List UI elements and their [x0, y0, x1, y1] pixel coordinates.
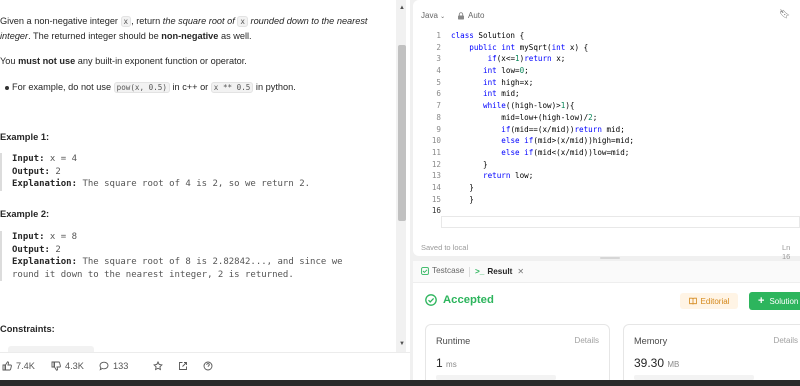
- runtime-title: Runtime: [436, 336, 471, 346]
- memory-value: 39.30 MB: [634, 356, 680, 370]
- share-icon: [179, 362, 187, 370]
- accepted-status: Accepted: [425, 294, 494, 306]
- like-count: 7.4K: [16, 361, 35, 371]
- runtime-details-link[interactable]: Details: [575, 336, 599, 345]
- feedback-button[interactable]: [203, 361, 213, 371]
- bookmark-icon[interactable]: 🔖︎: [779, 9, 790, 20]
- scroll-up-arrow-icon[interactable]: ▲: [398, 4, 406, 12]
- example-2-title: Example 2:: [0, 209, 50, 219]
- runtime-card[interactable]: Runtime Details 1 ms: [425, 324, 610, 386]
- problem-rule: You must not use any built-in exponent f…: [0, 56, 247, 66]
- memory-title: Memory: [634, 336, 668, 346]
- share-button[interactable]: [178, 361, 188, 371]
- example-1-block: Input: x = 4 Output: 2 Explanation: The …: [0, 153, 392, 191]
- dislike-count: 4.3K: [65, 361, 84, 371]
- comments-button[interactable]: 133: [99, 361, 128, 371]
- dislike-button[interactable]: 4.3K: [51, 361, 84, 371]
- line-number-gutter: 1 2 3 4 5 6 7 8 9 10 11 12 13 14 15 16: [431, 31, 441, 216]
- tab-result[interactable]: >_ Result ✕: [475, 266, 524, 277]
- bottom-edge: [0, 380, 800, 386]
- terminal-icon: >_: [475, 266, 485, 276]
- comment-count: 133: [113, 361, 129, 371]
- scroll-down-arrow-icon[interactable]: ▼: [398, 340, 406, 348]
- editorial-button[interactable]: Editorial: [680, 293, 738, 309]
- example-2-block: Input: x = 8 Output: 2 Explanation: The …: [0, 231, 392, 281]
- scrollbar-thumb[interactable]: [398, 45, 406, 221]
- book-icon: [688, 297, 697, 305]
- like-button[interactable]: 7.4K: [2, 361, 35, 371]
- tab-testcase[interactable]: Testcase: [421, 266, 464, 275]
- result-tabs: Testcase >_ Result ✕: [413, 261, 800, 283]
- thumbs-up-icon: [2, 361, 12, 371]
- auto-mode-toggle[interactable]: Auto: [457, 11, 484, 20]
- bullet-dot: [5, 86, 9, 90]
- plus-icon: +: [758, 295, 765, 307]
- problem-statement: Given a non-negative integer x, return t…: [0, 16, 368, 41]
- code-text-area[interactable]: class Solution { public int mySqrt(int x…: [451, 30, 634, 217]
- question-circle-icon: [203, 361, 213, 371]
- cursor-position: Ln 16: [782, 243, 791, 261]
- chevron-down-icon: ⌄: [440, 14, 446, 20]
- language-selector[interactable]: Java ⌄: [421, 11, 445, 20]
- memory-details-link[interactable]: Details: [774, 336, 798, 345]
- tab-separator: [469, 267, 470, 277]
- editor-toolbar: Java ⌄ Auto 🔖︎: [413, 0, 800, 30]
- checkbox-icon: [421, 266, 429, 275]
- description-content: Given a non-negative integer x, return t…: [0, 0, 396, 352]
- description-panel: Given a non-negative integer x, return t…: [0, 0, 410, 386]
- saved-status: Saved to local: [421, 243, 469, 252]
- constraints-title: Constraints:: [0, 324, 55, 334]
- example-1-title: Example 1:: [0, 132, 50, 142]
- result-panel: Testcase >_ Result ✕ Accepted Editorial …: [413, 261, 800, 386]
- favorite-button[interactable]: [153, 361, 163, 371]
- thumbs-down-icon: [51, 361, 61, 371]
- close-icon[interactable]: ✕: [517, 266, 524, 276]
- memory-card[interactable]: Memory Details 39.30 MB: [623, 324, 800, 386]
- lock-icon: [458, 11, 464, 19]
- runtime-value: 1 ms: [436, 356, 457, 370]
- panel-resize-handle[interactable]: [600, 257, 620, 259]
- check-circle-icon: [425, 294, 437, 306]
- problem-example-bullet: For example, do not use pow(x, 0.5) in c…: [12, 82, 296, 93]
- comment-icon: [99, 361, 109, 371]
- solution-button[interactable]: + Solution: [749, 292, 800, 310]
- star-icon: [153, 361, 163, 371]
- description-footer: 7.4K 4.3K 133: [0, 352, 410, 380]
- code-editor-panel: Java ⌄ Auto 🔖︎ 1 2 3 4 5 6 7 8 9 10 11 12 13 14 15 16 c…: [413, 0, 800, 261]
- current-line-highlight: [441, 216, 800, 228]
